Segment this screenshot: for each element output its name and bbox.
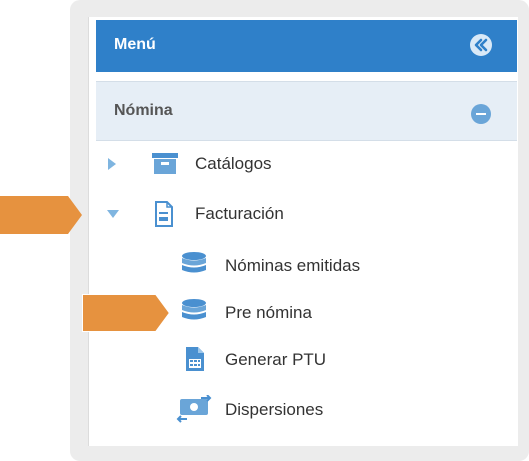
annotation-arrow-facturacion xyxy=(0,196,84,239)
tree-item-label: Facturación xyxy=(195,204,284,223)
tree-item-label: Nóminas emitidas xyxy=(225,256,361,275)
money-transfer-icon xyxy=(175,394,213,428)
database-icon xyxy=(180,298,208,329)
tree-item-label: Catálogos xyxy=(195,154,272,173)
menu-header: Menú xyxy=(96,20,517,72)
section-header-nomina[interactable]: Nómina xyxy=(96,81,517,141)
database-icon xyxy=(180,251,208,282)
tree-item-facturacion[interactable]: Facturación xyxy=(104,199,404,229)
tree-item-label: Generar PTU xyxy=(225,350,327,369)
calculator-document-icon xyxy=(185,346,205,377)
tree-item-label: Pre nómina xyxy=(225,303,312,322)
double-chevron-left-icon[interactable] xyxy=(470,34,492,56)
minus-circle-icon[interactable] xyxy=(471,104,491,124)
section-title: Nómina xyxy=(114,102,173,119)
document-icon xyxy=(154,201,174,232)
tree-item-dispersiones[interactable]: Dispersiones xyxy=(175,394,435,428)
screenshot-stage: Menú Nómina Catálogos Facturación Nómina… xyxy=(0,0,529,461)
expand-arrow-icon[interactable] xyxy=(108,158,116,170)
archive-box-icon xyxy=(151,152,179,181)
annotation-arrow-pre-nomina xyxy=(81,293,172,337)
tree-item-pre-nomina[interactable]: Pre nómina xyxy=(175,298,435,328)
menu-title: Menú xyxy=(114,36,156,53)
collapse-arrow-icon[interactable] xyxy=(107,210,119,218)
tree-item-generar-ptu[interactable]: Generar PTU xyxy=(175,345,435,375)
tree-item-catalogos[interactable]: Catálogos xyxy=(104,149,404,179)
tree-item-nominas-emitidas[interactable]: Nóminas emitidas xyxy=(175,251,435,281)
tree-item-label: Dispersiones xyxy=(225,400,324,419)
